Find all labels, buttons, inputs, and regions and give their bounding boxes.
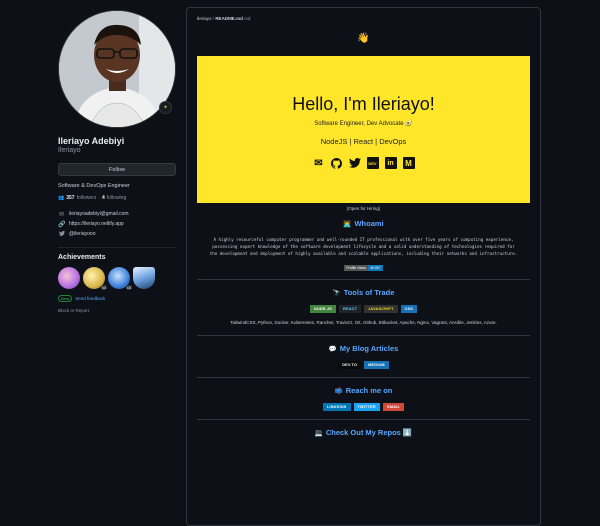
twitter-link[interactable]: @ileriayooo: [69, 231, 95, 237]
hero-banner: Hello, I'm Ileriayo! Software Engineer, …: [197, 56, 530, 203]
readme-ext: .md: [242, 16, 251, 21]
reach-heading: 📫 Reach me on: [187, 386, 540, 395]
hero-social-icons: ✉ DEV in M: [197, 157, 530, 169]
reach-title[interactable]: Reach me on: [346, 386, 393, 395]
achievements-title[interactable]: Achievements: [58, 254, 178, 261]
dot-separator: ·: [98, 195, 100, 201]
whoami-paragraph: A highly resourceful computer programmer…: [209, 237, 518, 256]
link-icon: 🔗: [58, 221, 66, 228]
avatar-portrait: [59, 11, 175, 127]
telescope-emoji: 🔭: [332, 289, 341, 297]
followers-count[interactable]: 357: [66, 195, 74, 201]
badge-count: x4: [100, 285, 107, 290]
devto-icon[interactable]: DEV: [366, 157, 379, 169]
blog-title[interactable]: My Blog Articles: [340, 344, 398, 353]
css-shield: CSS: [400, 305, 418, 313]
gmail-shield[interactable]: GMAIL: [382, 403, 405, 411]
section-divider: [197, 419, 530, 420]
status-emoji-icon[interactable]: ✦: [159, 101, 172, 114]
twitter-shield[interactable]: TWITTER: [353, 403, 380, 411]
profile-bio: Software & DevOps Engineer: [58, 183, 130, 189]
tool-shields: NODE.JS REACT JAVASCRIPT CSS: [187, 305, 540, 313]
twitter-item: @ileriayooo: [58, 229, 178, 239]
achievement-badge-1[interactable]: [58, 267, 80, 289]
profile-username: Ileriayo: [58, 147, 81, 154]
section-divider: [197, 279, 530, 280]
beta-label: Beta: [58, 295, 73, 302]
badge-count: x3: [125, 285, 132, 290]
mailbox-emoji: 📫: [334, 387, 343, 395]
email-link[interactable]: ileriayoadebiyi@gmail.com: [69, 211, 129, 217]
blog-shields: DEV.TO MEDIUM: [187, 361, 540, 369]
views-count: 45,597: [367, 265, 383, 271]
views-label: Profile views: [344, 265, 368, 271]
section-divider: [197, 335, 530, 336]
sidebar-divider: [58, 247, 176, 248]
repos-title[interactable]: Check Out My Repos ⬇️: [326, 428, 412, 437]
javascript-shield: JAVASCRIPT: [364, 305, 398, 313]
hero-subtitle: Software Engineer, Dev Advocate 🥑: [314, 121, 413, 127]
follow-button[interactable]: Follow: [58, 163, 176, 176]
achievement-badge-3[interactable]: x3: [108, 267, 132, 290]
followers-label[interactable]: followers: [77, 195, 97, 201]
website-item: 🔗 https://ileriayo.netlify.app: [58, 219, 178, 229]
whoami-heading: 👨‍💻 Whoami: [187, 219, 540, 228]
readme-filename: README.md: [215, 16, 243, 21]
technologist-emoji: 👨‍💻: [343, 220, 352, 228]
medium-shield[interactable]: MEDIUM: [364, 361, 389, 369]
avatar[interactable]: [58, 10, 176, 128]
linkedin-icon[interactable]: in: [384, 157, 397, 169]
tools-heading: 🔭 Tools of Trade: [187, 288, 540, 297]
devto-shield[interactable]: DEV.TO: [338, 361, 362, 369]
email-item: ✉ ileriayoadebiyi@gmail.com: [58, 209, 178, 219]
github-icon[interactable]: [331, 157, 343, 169]
hero-title: Hello, I'm Ileriayo!: [292, 94, 435, 114]
profile-details: ✉ ileriayoadebiyi@gmail.com 🔗 https://il…: [58, 209, 178, 239]
speech-bubble-emoji: 💬: [328, 345, 337, 353]
mail-icon[interactable]: ✉: [313, 157, 325, 169]
website-link[interactable]: https://ileriayo.netlify.app: [69, 221, 124, 227]
tools-title[interactable]: Tools of Trade: [344, 288, 395, 297]
avatar-container: ✦: [58, 10, 176, 128]
medium-icon[interactable]: M: [402, 157, 415, 169]
react-shield: REACT: [339, 305, 362, 313]
repos-heading: 💻 Check Out My Repos ⬇️: [187, 428, 540, 437]
readme-panel: Ileriayo / README.md.md 👋 Hello, I'm Ile…: [186, 7, 541, 526]
profile-sidebar: ✦ Ileriayo Adebiyi Ileriayo Follow Softw…: [58, 10, 178, 313]
send-feedback-link[interactable]: Send feedback: [75, 296, 105, 301]
section-divider: [197, 377, 530, 378]
achievements-list: x4 x3: [58, 267, 178, 290]
blog-heading: 💬 My Blog Articles: [187, 344, 540, 353]
profile-views-badge: Profile views 45,597: [187, 265, 540, 271]
achievement-badge-4[interactable]: [133, 267, 155, 289]
readme-separator: /: [212, 16, 215, 21]
whoami-title[interactable]: Whoami: [354, 219, 383, 228]
achievement-badge-2[interactable]: x4: [83, 267, 107, 290]
following-label[interactable]: following: [107, 195, 126, 201]
mail-icon: ✉: [58, 211, 65, 218]
twitter-icon[interactable]: [348, 157, 361, 169]
readme-user[interactable]: Ileriayo: [197, 16, 212, 21]
following-count[interactable]: 4: [102, 195, 105, 201]
readme-header: Ileriayo / README.md.md: [187, 8, 540, 29]
twitter-icon: [58, 230, 65, 238]
hero-stack: NodeJS | React | DevOps: [320, 137, 407, 146]
tools-list: TailwindCSS, Python, Docker, Kubernetes,…: [230, 320, 497, 325]
profile-name: Ileriayo Adebiyi: [58, 136, 125, 146]
laptop-emoji: 💻: [314, 429, 323, 437]
wave-emoji: 👋: [357, 33, 370, 44]
beta-row: Beta Send feedback: [58, 295, 178, 302]
nodejs-shield: NODE.JS: [309, 305, 337, 313]
hiring-note: (Open for Hiring): [346, 206, 381, 211]
block-or-report-link[interactable]: Block or Report: [58, 308, 178, 313]
linkedin-shield[interactable]: LINKEDIN: [322, 403, 351, 411]
reach-shields: LINKEDIN TWITTER GMAIL: [187, 403, 540, 411]
follow-stats: 👥 357 followers · 4 following: [58, 195, 178, 201]
people-icon: 👥: [58, 195, 65, 201]
